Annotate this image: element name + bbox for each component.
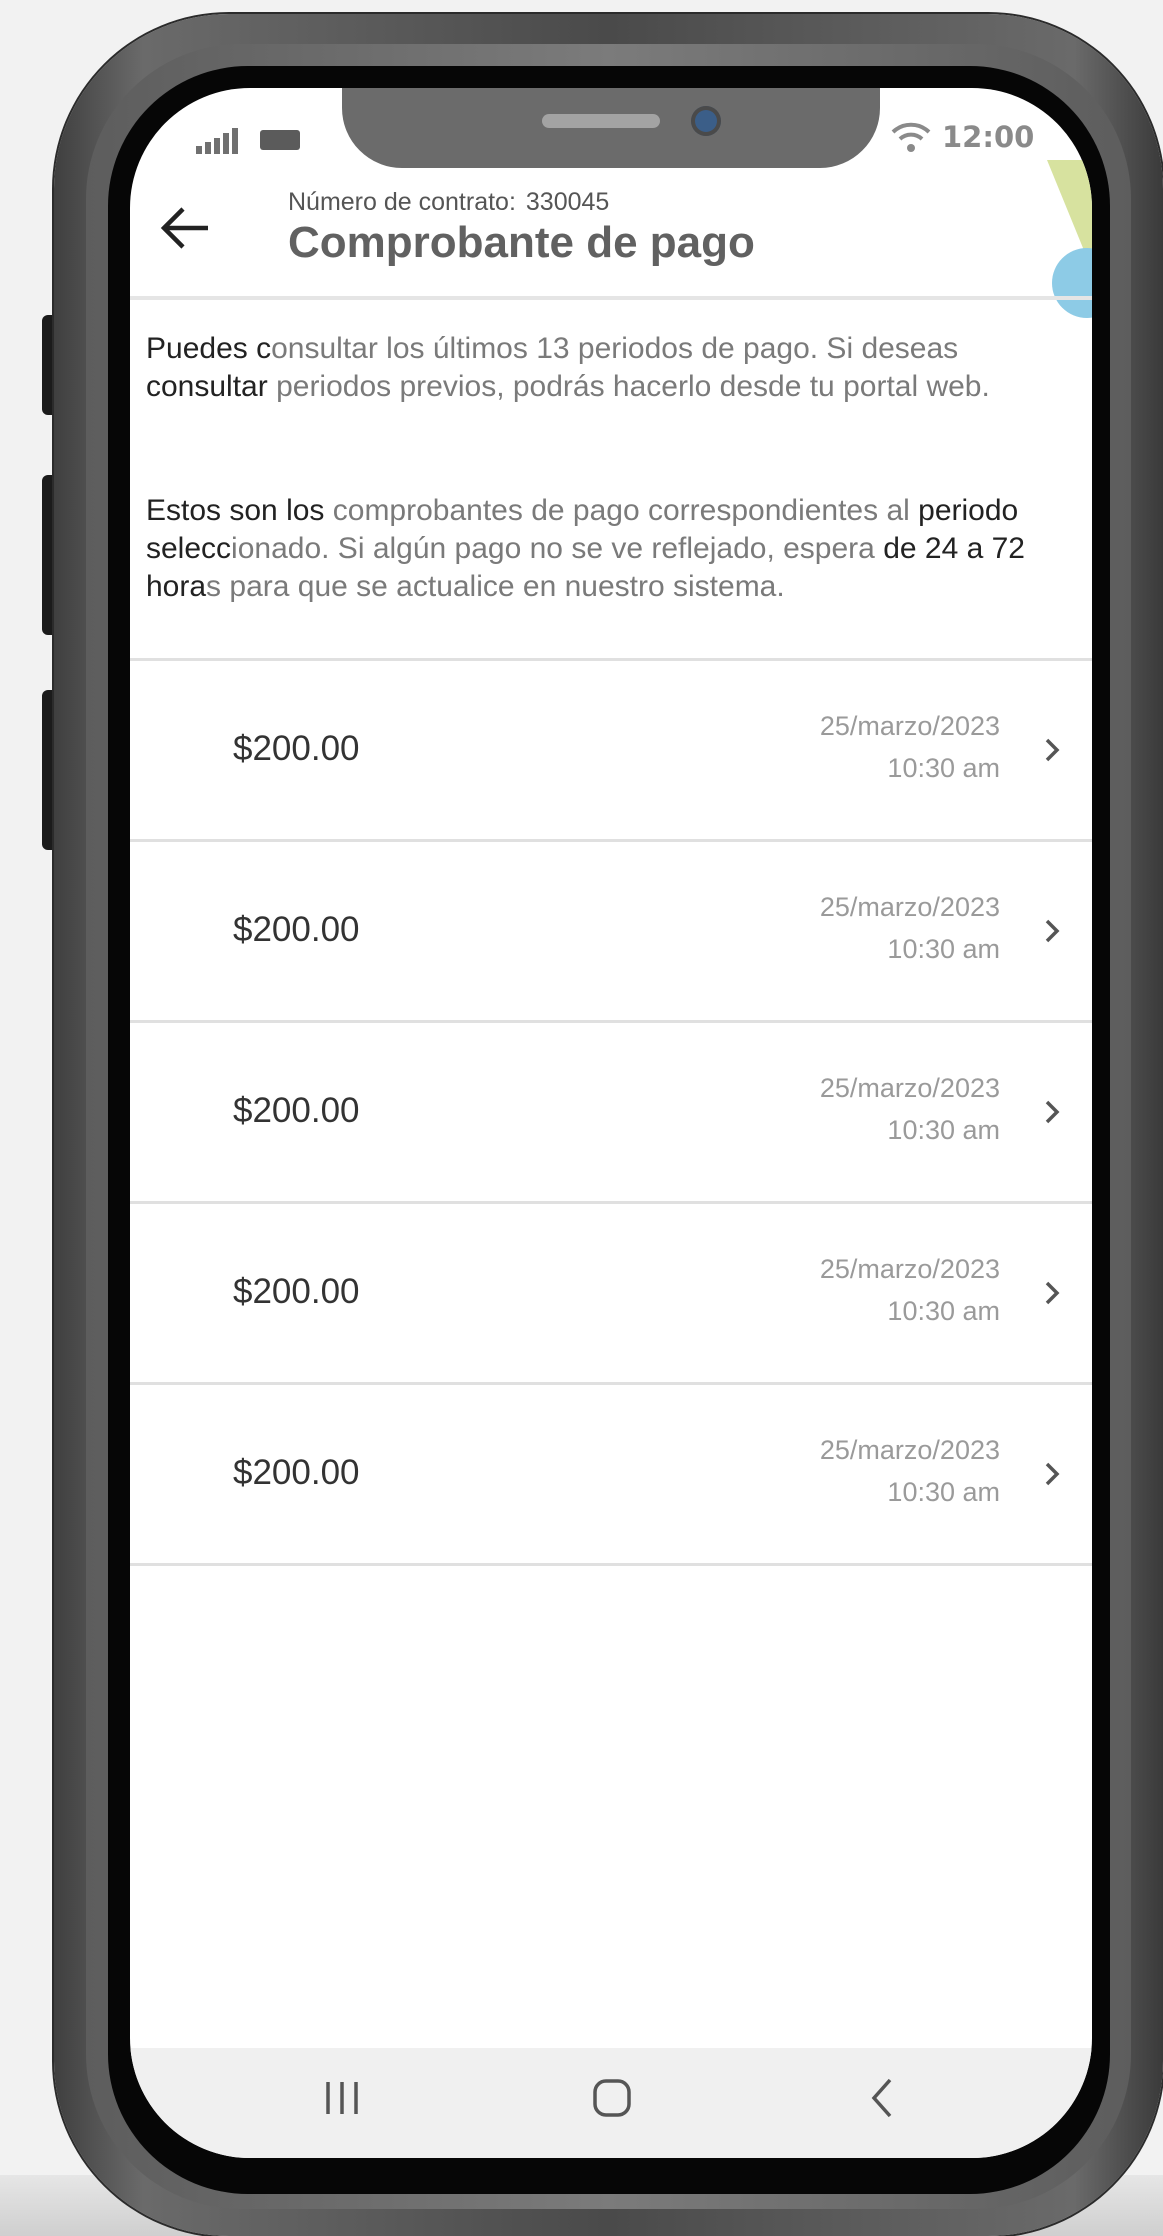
payment-date: 25/marzo/2023 [819,892,1000,922]
payment-amount: $200.00 [233,1453,360,1492]
contract-number: 330045 [525,188,610,216]
payment-datetime: 25/marzo/2023 10:30 am [820,1429,1000,1513]
payment-date: 25/marzo/2023 [819,1435,1000,1465]
payment-row[interactable]: $200.00 25/marzo/2023 10:30 am [130,658,1092,839]
signal-icon [196,128,238,154]
wifi-icon [891,122,931,152]
payment-datetime: 25/marzo/2023 10:30 am [820,1067,1000,1151]
payment-datetime: 25/marzo/2023 10:30 am [820,886,1000,970]
payment-time: 10:30 am [887,1296,1000,1326]
header-divider [130,296,1092,300]
payment-row[interactable]: $200.00 25/marzo/2023 10:30 am [130,1382,1092,1566]
payment-time: 10:30 am [887,1115,1000,1145]
contract-label: Número de contrato: [288,188,516,216]
speaker-grille [542,114,660,128]
phone-notch [342,88,880,168]
page-title: Comprobante de pago [288,218,755,267]
chevron-right-icon [1045,1462,1060,1486]
contract-number-line: Número de contrato: 330045 [288,188,609,217]
payment-amount: $200.00 [233,1272,360,1311]
chevron-left-icon[interactable] [852,2068,912,2128]
chevron-right-icon [1045,1100,1060,1124]
payment-time: 10:30 am [887,1477,1000,1507]
payment-amount: $200.00 [233,1091,360,1130]
payment-datetime: 25/marzo/2023 10:30 am [820,705,1000,789]
payment-amount: $200.00 [233,729,360,768]
payment-row[interactable]: $200.00 25/marzo/2023 10:30 am [130,1201,1092,1382]
recent-apps-icon[interactable] [312,2068,372,2128]
chevron-right-icon [1045,1281,1060,1305]
home-icon[interactable] [582,2068,642,2128]
payment-date: 25/marzo/2023 [819,1073,1000,1103]
back-arrow-icon[interactable] [156,203,216,253]
payment-list: $200.00 25/marzo/2023 10:30 am $200.00 2… [130,658,1092,1566]
payment-date: 25/marzo/2023 [819,1254,1000,1284]
system-nav-bar [130,2048,1092,2158]
chevron-right-icon [1045,738,1060,762]
info-paragraph-periods: Puedes consultar los últimos 13 periodos… [146,332,990,403]
payment-datetime: 25/marzo/2023 10:30 am [820,1248,1000,1332]
chevron-right-icon [1045,919,1060,943]
front-camera [691,106,721,136]
payment-row[interactable]: $200.00 25/marzo/2023 10:30 am [130,1020,1092,1201]
battery-icon [260,130,300,150]
payment-amount: $200.00 [233,910,360,949]
phone-screen: 12:00 Número de contrato: 330045 Comproba… [130,88,1092,2158]
payment-date: 25/marzo/2023 [819,711,1000,741]
info-paragraph-receipts: Estos son los comprobantes de pago corre… [146,494,1025,603]
payment-row[interactable]: $200.00 25/marzo/2023 10:30 am [130,839,1092,1020]
payment-time: 10:30 am [887,753,1000,783]
status-clock: 12:00 [942,120,1035,154]
payment-time: 10:30 am [887,934,1000,964]
